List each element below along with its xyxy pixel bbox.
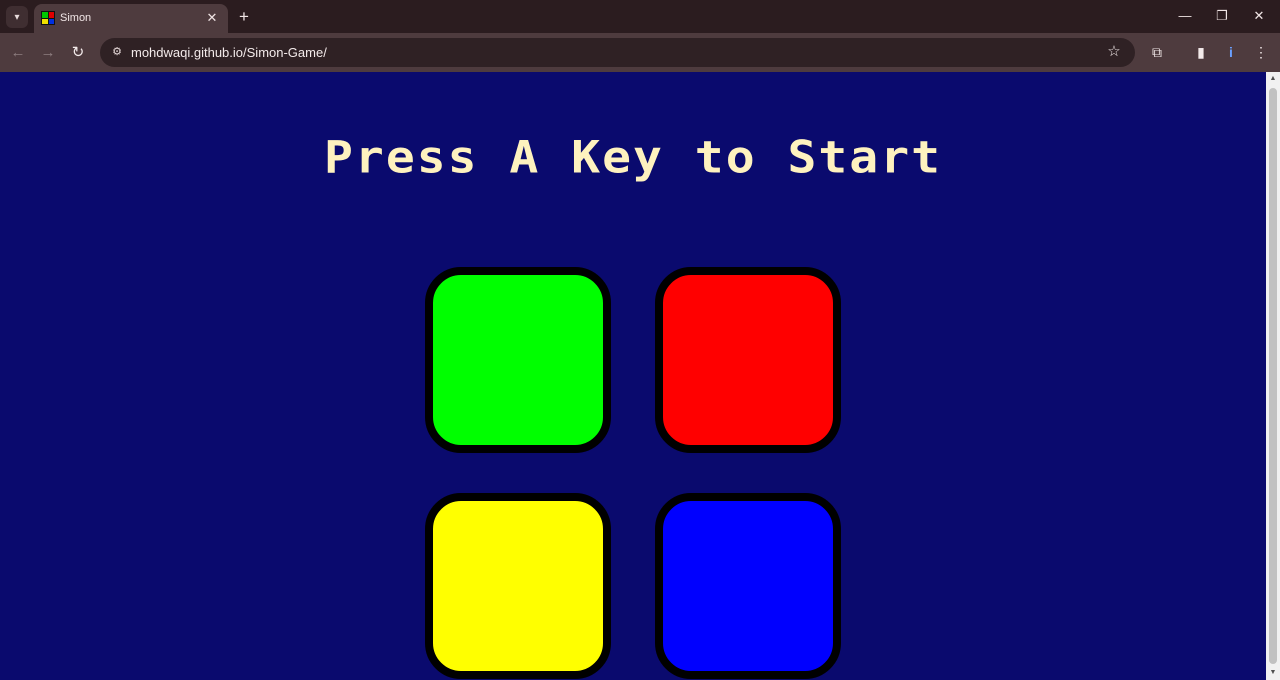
blue-button[interactable] — [655, 493, 841, 679]
forward-arrow-icon[interactable]: → — [36, 41, 60, 65]
tab-title: Simon — [60, 12, 92, 24]
window-close-icon[interactable]: ✕ — [1249, 6, 1269, 26]
favicon-icon — [41, 11, 55, 25]
scroll-down-icon[interactable]: ▼ — [1266, 666, 1280, 680]
red-button[interactable] — [655, 267, 841, 453]
profile-icon[interactable]: i — [1220, 41, 1242, 63]
tab-simon[interactable]: Simon ✕ — [34, 4, 228, 33]
url-text[interactable]: mohdwaqi.github.io/Simon-Game/ — [131, 45, 327, 60]
back-arrow-icon[interactable]: ← — [6, 41, 30, 65]
browser-window: ▾ Simon ✕ + — ❐ ✕ ← → ↻ ⚙ mohdwaqi.githu… — [0, 0, 1280, 680]
page-viewport: Press A Key to Start — [0, 72, 1266, 680]
tab-search-icon[interactable]: ▾ — [6, 6, 28, 28]
new-tab-icon[interactable]: + — [234, 7, 254, 27]
bookmark-star-icon[interactable]: ☆ — [1105, 43, 1123, 61]
reload-icon[interactable]: ↻ — [66, 41, 90, 65]
site-info-icon[interactable]: ⚙ — [108, 43, 126, 61]
extensions-icon[interactable]: ⧉ — [1146, 41, 1168, 63]
green-button[interactable] — [425, 267, 611, 453]
tab-strip: ▾ Simon ✕ + — ❐ ✕ — [0, 0, 1280, 33]
tab-close-icon[interactable]: ✕ — [204, 10, 220, 26]
restore-icon[interactable]: ❐ — [1212, 6, 1232, 26]
vertical-scrollbar[interactable]: ▲ ▼ — [1266, 72, 1280, 680]
minimize-icon[interactable]: — — [1175, 6, 1195, 26]
level-title: Press A Key to Start — [324, 132, 942, 184]
scroll-thumb[interactable] — [1269, 88, 1277, 664]
address-bar[interactable]: ⚙ mohdwaqi.github.io/Simon-Game/ ☆ — [100, 38, 1135, 67]
scroll-up-icon[interactable]: ▲ — [1266, 72, 1280, 86]
browser-toolbar: ← → ↻ ⚙ mohdwaqi.github.io/Simon-Game/ ☆… — [0, 33, 1280, 72]
menu-icon[interactable]: ⋮ — [1250, 41, 1272, 63]
yellow-button[interactable] — [425, 493, 611, 679]
side-panel-icon[interactable]: ▮ — [1190, 41, 1212, 63]
